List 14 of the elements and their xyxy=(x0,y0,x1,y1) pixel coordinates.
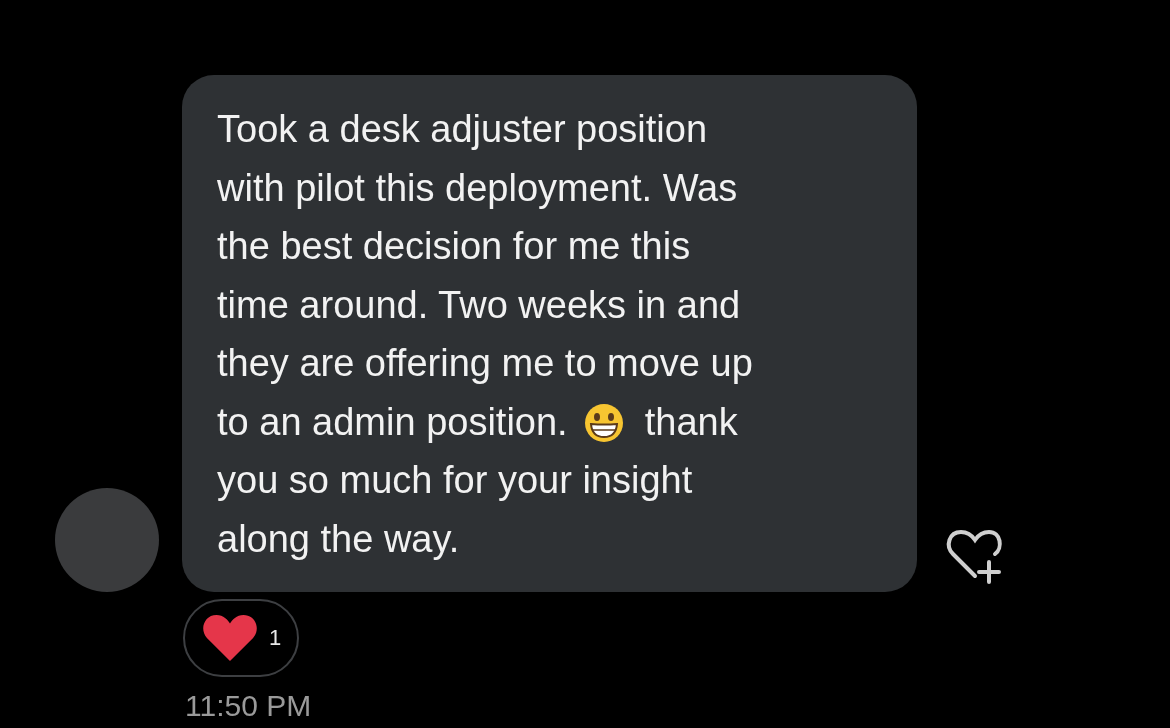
timestamp: 11:50 PM xyxy=(185,689,313,723)
message-text: the best decision for me this xyxy=(217,225,691,267)
message-text: along the way. xyxy=(217,517,460,560)
heart-icon xyxy=(201,613,259,663)
message-text: they are offering me to move up xyxy=(217,342,753,384)
message-text: to an admin position. xyxy=(217,400,568,443)
message-text: you so much for your insight xyxy=(217,459,693,501)
reaction-count: 1 xyxy=(269,625,282,651)
message-text: time around. Two weeks in and xyxy=(217,283,741,326)
grinning-face-icon xyxy=(584,402,625,443)
reaction-badge[interactable]: 1 xyxy=(183,599,299,677)
message-text: with pilot this deployment. Was xyxy=(217,166,738,209)
message-text: thank xyxy=(644,400,738,443)
message-text: Took a desk adjuster position xyxy=(217,108,708,150)
